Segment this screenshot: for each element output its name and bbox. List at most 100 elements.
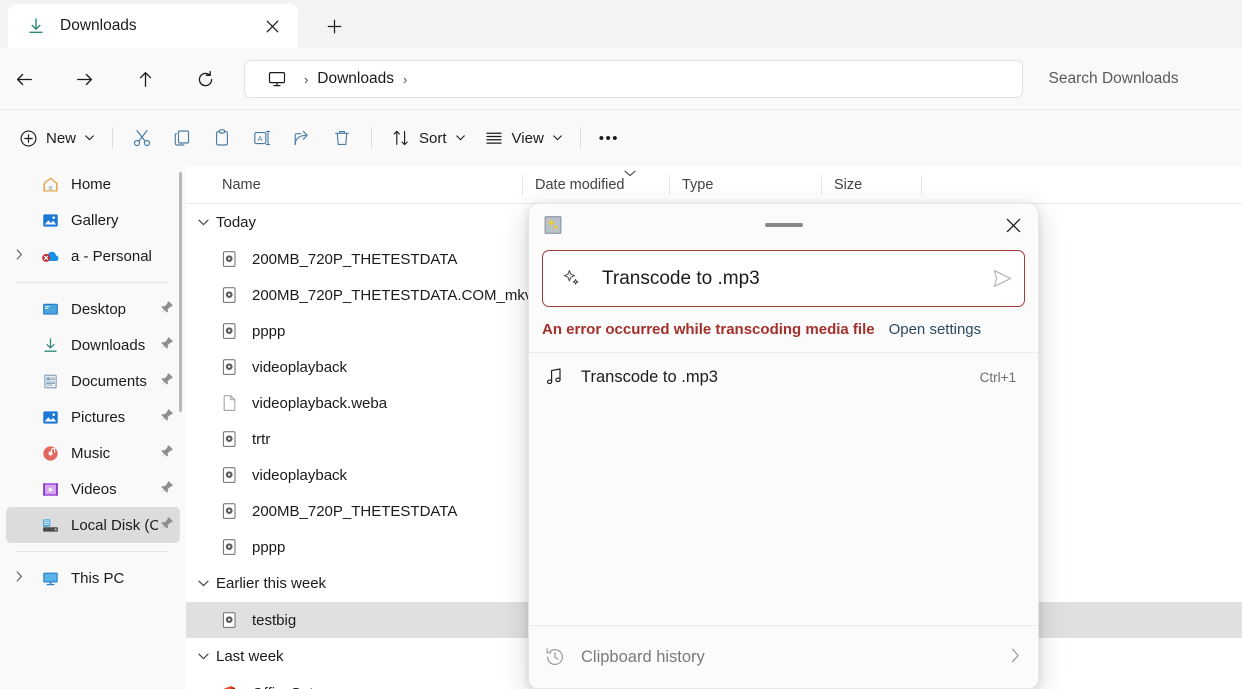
copy-button[interactable] xyxy=(162,120,202,156)
pin-icon[interactable] xyxy=(160,336,174,355)
sidebar-item-pictures[interactable]: Pictures xyxy=(6,399,180,435)
sidebar-item-videos[interactable]: Videos xyxy=(6,471,180,507)
desktop-icon xyxy=(40,299,60,319)
sidebar-item-label: Desktop xyxy=(71,301,158,318)
sidebar-scrollbar[interactable] xyxy=(179,172,182,412)
copy-icon xyxy=(171,127,193,149)
view-label: View xyxy=(512,130,544,147)
tab-downloads[interactable]: Downloads xyxy=(8,4,298,48)
sort-indicator-icon xyxy=(624,168,636,180)
media-file-icon xyxy=(220,502,239,521)
paste-button[interactable] xyxy=(202,120,242,156)
gallery-icon xyxy=(40,210,60,230)
media-file-icon xyxy=(220,358,239,377)
new-button[interactable]: New xyxy=(8,120,103,156)
chevron-down-icon[interactable] xyxy=(198,217,216,229)
plus-circle-icon xyxy=(17,127,39,149)
sidebar-item-home[interactable]: Home xyxy=(6,166,180,202)
sidebar-divider xyxy=(16,282,168,283)
powertoys-results-list: Transcode to .mp3 Ctrl+1 xyxy=(529,353,1038,620)
view-button[interactable]: View xyxy=(474,120,571,156)
close-icon[interactable] xyxy=(258,12,286,40)
send-icon[interactable] xyxy=(980,267,1024,290)
file-group-label: Last week xyxy=(216,648,284,665)
column-header-name[interactable]: Name xyxy=(186,166,523,204)
drag-handle[interactable] xyxy=(765,223,803,227)
chevron-right-icon[interactable] xyxy=(16,249,28,263)
pictures-icon xyxy=(40,407,60,427)
forward-button[interactable] xyxy=(66,60,102,98)
powertoys-titlebar xyxy=(529,204,1038,246)
chevron-right-icon xyxy=(1011,648,1020,667)
sidebar-item-label: Documents xyxy=(71,373,158,390)
office-icon xyxy=(220,684,239,689)
pin-icon[interactable] xyxy=(160,372,174,391)
back-button[interactable] xyxy=(6,60,42,98)
breadcrumb-item-downloads[interactable]: Downloads xyxy=(317,70,394,88)
sidebar-item-local-disk-c[interactable]: Local Disk (C: xyxy=(6,507,180,543)
sidebar-item-a-personal[interactable]: a - Personal xyxy=(6,238,180,274)
clipboard-history-row[interactable]: Clipboard history xyxy=(529,625,1038,688)
scissors-icon xyxy=(131,127,153,149)
pin-icon[interactable] xyxy=(160,516,174,535)
result-item[interactable]: Transcode to .mp3 Ctrl+1 xyxy=(529,353,1038,401)
share-button[interactable] xyxy=(282,120,322,156)
error-message: An error occurred while transcoding medi… xyxy=(542,321,875,338)
sidebar-item-gallery[interactable]: Gallery xyxy=(6,202,180,238)
sidebar-item-music[interactable]: Music xyxy=(6,435,180,471)
pin-icon[interactable] xyxy=(160,300,174,319)
pin-icon[interactable] xyxy=(160,480,174,499)
address-bar[interactable]: › Downloads › xyxy=(244,60,1023,98)
search-input[interactable]: Search Downloads xyxy=(1037,60,1242,98)
chevron-down-icon xyxy=(85,133,94,143)
sidebar-item-label: Gallery xyxy=(71,212,158,229)
column-label-date: Date modified xyxy=(535,177,624,193)
sidebar-item-documents[interactable]: Documents xyxy=(6,363,180,399)
close-icon[interactable] xyxy=(994,209,1032,241)
breadcrumb-separator: › xyxy=(304,72,308,87)
new-tab-button[interactable] xyxy=(318,11,350,41)
column-header-date[interactable]: Date modified xyxy=(523,166,670,204)
clipboard-history-label: Clipboard history xyxy=(568,648,1011,667)
sidebar-item-desktop[interactable]: Desktop xyxy=(6,291,180,327)
refresh-button[interactable] xyxy=(187,60,223,98)
sidebar-item-label: Pictures xyxy=(71,409,158,426)
sidebar-item-this-pc[interactable]: This PC xyxy=(6,560,180,596)
pin-icon[interactable] xyxy=(160,408,174,427)
delete-button[interactable] xyxy=(322,120,362,156)
tab-strip: Downloads xyxy=(0,0,1242,48)
download-icon xyxy=(40,335,60,355)
music-note-icon xyxy=(542,366,568,388)
media-file-icon xyxy=(220,466,239,485)
chevron-down-icon[interactable] xyxy=(198,651,216,663)
svg-text:A: A xyxy=(258,134,263,143)
documents-icon xyxy=(40,371,60,391)
sort-button[interactable]: Sort xyxy=(381,120,474,156)
pin-icon[interactable] xyxy=(160,444,174,463)
up-button[interactable] xyxy=(127,60,163,98)
column-header-type[interactable]: Type xyxy=(670,166,822,204)
videos-icon xyxy=(40,479,60,499)
powertoys-query-text[interactable]: Transcode to .mp3 xyxy=(585,268,980,290)
sidebar-item-label: Music xyxy=(71,445,158,462)
chevron-right-icon[interactable] xyxy=(16,571,28,585)
new-label: New xyxy=(46,130,76,147)
trash-icon xyxy=(331,127,353,149)
rename-button[interactable]: A xyxy=(242,120,282,156)
powertoys-run-dialog: Transcode to .mp3 An error occurred whil… xyxy=(528,203,1039,689)
file-group-label: Today xyxy=(216,214,256,231)
more-options-button[interactable]: ••• xyxy=(590,120,628,156)
navigation-bar: › Downloads › Search Downloads xyxy=(0,48,1242,110)
cut-button[interactable] xyxy=(122,120,162,156)
file-name: videoplayback xyxy=(252,467,544,484)
column-header-size[interactable]: Size xyxy=(822,166,922,204)
chevron-down-icon[interactable] xyxy=(198,578,216,590)
media-file-icon xyxy=(220,611,239,630)
powertoys-query-box[interactable]: Transcode to .mp3 xyxy=(542,250,1025,307)
sidebar-item-downloads[interactable]: Downloads xyxy=(6,327,180,363)
drive-icon xyxy=(40,515,60,535)
sidebar-divider xyxy=(16,551,168,552)
media-file-icon xyxy=(220,322,239,341)
more-label: ••• xyxy=(599,130,619,147)
open-settings-link[interactable]: Open settings xyxy=(889,321,982,338)
